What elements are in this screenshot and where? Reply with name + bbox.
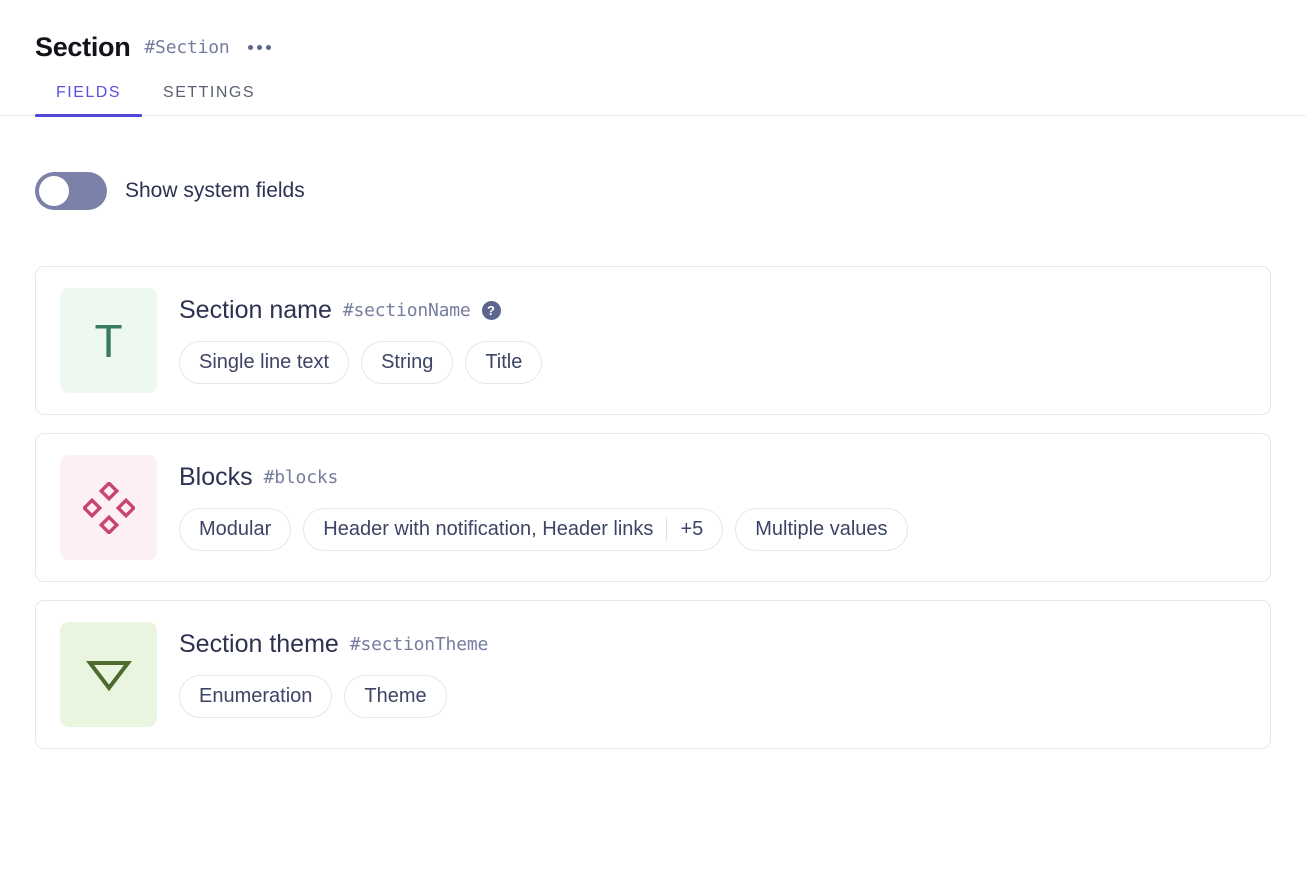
kebab-dot (248, 45, 253, 50)
kebab-dot (266, 45, 271, 50)
field-heading: Section name #sectionName ? (179, 297, 542, 325)
field-title: Section theme (179, 631, 339, 659)
field-pill-role: Title (465, 341, 542, 384)
field-pill-row: Enumeration Theme (179, 675, 488, 718)
modular-blocks-glyph (83, 482, 135, 534)
field-pill-row: Modular Header with notification, Header… (179, 508, 908, 551)
field-api-name: #sectionTheme (350, 634, 488, 655)
pill-label: Theme (364, 685, 426, 708)
field-heading: Blocks #blocks (179, 464, 908, 492)
enumeration-glyph (86, 655, 132, 695)
help-icon[interactable]: ? (482, 301, 501, 320)
tab-bar: FIELDS SETTINGS (0, 84, 1306, 116)
field-body: Section theme #sectionTheme Enumeration … (179, 631, 488, 719)
page-header: Section #Section (0, 0, 1306, 61)
field-pill-group: Theme (344, 675, 446, 718)
field-pill-multiple: Multiple values (735, 508, 907, 551)
field-api-name: #blocks (264, 467, 338, 488)
pill-label: Header with notification, Header links (323, 518, 666, 541)
field-pill-datatype: Single line text (179, 341, 349, 384)
field-pill-blocks-list: Header with notification, Header links +… (303, 508, 723, 551)
page-title: Section (35, 34, 130, 61)
pill-overflow-count: +5 (666, 518, 703, 541)
field-heading: Section theme #sectionTheme (179, 631, 488, 659)
field-pill-datatype: Modular (179, 508, 291, 551)
tab-fields[interactable]: FIELDS (35, 84, 142, 116)
field-pill-datatype: Enumeration (179, 675, 332, 718)
tab-settings[interactable]: SETTINGS (142, 84, 276, 116)
single-line-text-icon: T (60, 288, 157, 393)
pill-label: String (381, 351, 433, 374)
kebab-dot (257, 45, 262, 50)
field-body: Blocks #blocks Modular Header with notif… (179, 464, 908, 552)
page-api-name: #Section (144, 39, 229, 57)
show-system-fields-label: Show system fields (125, 179, 305, 203)
modular-blocks-icon (60, 455, 157, 560)
field-body: Section name #sectionName ? Single line … (179, 297, 542, 385)
field-editor-page: Section #Section FIELDS SETTINGS Show sy… (0, 0, 1306, 884)
field-pill-row: Single line text String Title (179, 341, 542, 384)
field-card-blocks[interactable]: Blocks #blocks Modular Header with notif… (35, 433, 1271, 582)
show-system-fields-toggle[interactable] (35, 172, 107, 210)
pill-label: Enumeration (199, 685, 312, 708)
fields-list: T Section name #sectionName ? Single lin… (0, 266, 1306, 749)
pill-label: Single line text (199, 351, 329, 374)
field-card-section-name[interactable]: T Section name #sectionName ? Single lin… (35, 266, 1271, 415)
kebab-menu-icon[interactable] (246, 39, 273, 56)
pill-label: Title (485, 351, 522, 374)
pill-label: Modular (199, 518, 271, 541)
field-title: Blocks (179, 464, 253, 492)
field-pill-type: String (361, 341, 453, 384)
single-line-text-glyph: T (94, 318, 122, 364)
field-card-section-theme[interactable]: Section theme #sectionTheme Enumeration … (35, 600, 1271, 749)
field-api-name: #sectionName (343, 300, 471, 321)
enumeration-icon (60, 622, 157, 727)
pill-label: Multiple values (755, 518, 887, 541)
field-title: Section name (179, 297, 332, 325)
toggle-knob (39, 176, 69, 206)
show-system-fields-row: Show system fields (0, 172, 1306, 210)
